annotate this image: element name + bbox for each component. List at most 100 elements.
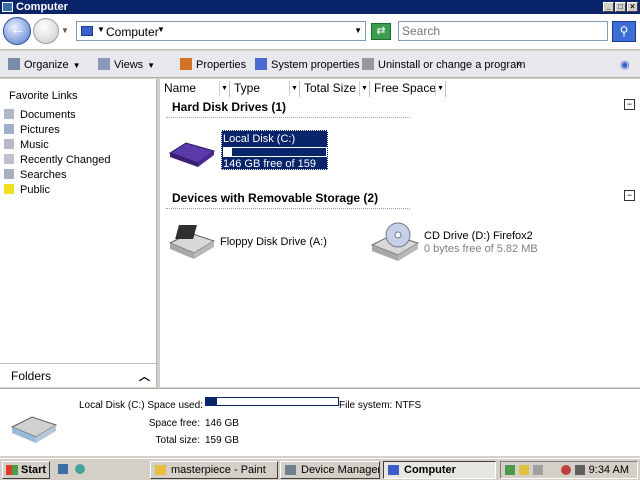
sidebar-item-pictures[interactable]: Pictures	[4, 124, 60, 138]
floppy-drive-name[interactable]: Floppy Disk Drive (A:)	[220, 236, 327, 248]
task-label: masterpiece - Paint	[171, 464, 266, 476]
views-icon	[98, 58, 110, 70]
hard-disk-icon	[10, 416, 58, 443]
network-icon[interactable]	[505, 465, 515, 475]
uninstall-icon	[362, 58, 374, 70]
column-label: Type	[234, 81, 261, 95]
start-label: Start	[21, 464, 47, 476]
cd-drive-icon[interactable]	[370, 221, 420, 263]
forward-button[interactable]	[33, 18, 59, 44]
chevron-down-icon[interactable]: ▼	[435, 81, 445, 96]
search-icon: ⚲	[619, 24, 629, 38]
address-bar: ← ▼ ▼ Computer ▼ ▼ ⇄ ⚲	[0, 14, 640, 50]
favorite-links-header: Favorite Links	[9, 90, 78, 102]
column-label: Total Size	[304, 81, 357, 95]
window-titlebar[interactable]: Computer _ □ ×	[0, 0, 640, 14]
local-disk-c-item[interactable]: Local Disk (C:) 146 GB free of 159 GB	[221, 130, 328, 182]
taskbar: Start masterpiece - Paint Device Manager…	[0, 458, 640, 480]
minimize-button[interactable]: _	[603, 2, 614, 12]
sidebar-item-searches[interactable]: Searches	[4, 169, 66, 183]
group-divider	[166, 117, 410, 118]
total-size-label: Total size:	[155, 435, 200, 446]
start-button[interactable]: Start	[2, 461, 50, 479]
cd-drive-name[interactable]: CD Drive (D:) Firefox2	[424, 230, 533, 242]
space-used-bar	[205, 397, 339, 406]
group-divider	[166, 208, 410, 209]
chevron-right-icon[interactable]: ▼	[97, 25, 105, 34]
sync-icon[interactable]	[533, 465, 543, 475]
history-dropdown-icon[interactable]: ▼	[61, 26, 69, 35]
file-system-label: File system: NTFS	[339, 400, 422, 411]
collapse-group-button[interactable]: −	[624, 99, 635, 110]
uninstall-button[interactable]: Uninstall or change a program	[362, 58, 525, 71]
window-title: Computer	[16, 1, 68, 13]
chevron-down-icon[interactable]: ▼	[219, 81, 229, 96]
more-commands-button[interactable]: »	[516, 58, 522, 70]
close-button[interactable]: ×	[627, 2, 638, 12]
search-field[interactable]	[398, 21, 608, 41]
uninstall-label: Uninstall or change a program	[378, 59, 526, 71]
recently-changed-icon	[4, 154, 14, 164]
taskbar-item-computer[interactable]: Computer	[383, 461, 496, 479]
back-button[interactable]: ←	[3, 17, 31, 45]
address-field[interactable]: ▼ Computer ▼ ▼	[76, 21, 366, 41]
address-location[interactable]: Computer	[106, 25, 159, 39]
sidebar-item-recently-changed[interactable]: Recently Changed	[4, 154, 111, 168]
cd-drive-free-space: 0 bytes free of 5.82 MB	[424, 243, 538, 255]
maximize-button[interactable]: □	[615, 2, 626, 12]
column-label: Free Space	[374, 81, 437, 95]
column-header-free-space[interactable]: Free Space ▼	[370, 81, 446, 97]
help-icon[interactable]: ◉	[620, 58, 630, 71]
chevron-down-icon[interactable]: ▼	[354, 26, 362, 35]
column-header-type[interactable]: Type ▼	[230, 81, 300, 97]
group-heading-removable[interactable]: Devices with Removable Storage (2)	[172, 191, 378, 205]
folders-toggle[interactable]: Folders ︿	[0, 363, 156, 386]
space-used-fill	[206, 398, 217, 405]
sidebar-item-label: Recently Changed	[20, 154, 111, 166]
search-input[interactable]	[399, 22, 607, 40]
search-button[interactable]: ⚲	[612, 21, 636, 42]
organize-button[interactable]: Organize ▼	[8, 58, 81, 71]
column-header-total-size[interactable]: Total Size ▼	[300, 81, 370, 97]
documents-icon	[4, 109, 14, 119]
command-toolbar: Organize ▼ Views ▼ Properties System prope…	[0, 51, 640, 78]
quick-launch-icon[interactable]	[75, 464, 85, 474]
navigation-pane: Favorite Links Documents Pictures Music …	[0, 79, 157, 387]
system-tray: 9:34 AM	[500, 461, 638, 479]
system-properties-button[interactable]: System properties	[255, 58, 360, 71]
properties-icon	[180, 58, 192, 70]
drive-name: Local Disk (C:)	[223, 133, 296, 145]
security-icon[interactable]	[519, 465, 529, 475]
properties-button[interactable]: Properties	[180, 58, 246, 71]
refresh-button[interactable]: ⇄	[371, 23, 391, 40]
windows-logo-icon	[6, 465, 18, 475]
space-free-value: 146 GB	[205, 418, 239, 429]
floppy-drive-icon[interactable]	[168, 221, 216, 261]
chevron-right-icon[interactable]: ▼	[157, 25, 165, 34]
chevron-down-icon[interactable]: ▼	[359, 81, 369, 96]
task-label: Device Manager	[301, 464, 380, 476]
alert-icon[interactable]	[561, 465, 571, 475]
searches-icon	[4, 169, 14, 179]
show-desktop-icon[interactable]	[58, 464, 68, 474]
clock[interactable]: 9:34 AM	[589, 464, 629, 476]
collapse-group-button[interactable]: −	[624, 190, 635, 201]
drive-usage-fill	[224, 148, 233, 156]
taskbar-item-paint[interactable]: masterpiece - Paint	[150, 461, 278, 479]
hard-disk-icon[interactable]	[168, 139, 216, 169]
sidebar-item-music[interactable]: Music	[4, 139, 49, 153]
sidebar-item-label: Pictures	[20, 124, 60, 136]
public-folder-icon	[4, 184, 14, 194]
group-heading-hard-disks[interactable]: Hard Disk Drives (1)	[172, 100, 286, 114]
sidebar-item-documents[interactable]: Documents	[4, 109, 76, 123]
views-button[interactable]: Views ▼	[98, 58, 155, 71]
volume-icon[interactable]	[575, 465, 585, 475]
chevron-down-icon[interactable]: ▼	[289, 81, 299, 96]
column-header-name[interactable]: Name ▼	[160, 81, 230, 97]
sidebar-item-public[interactable]: Public	[4, 184, 50, 198]
paint-icon	[155, 465, 166, 475]
taskbar-item-device-manager[interactable]: Device Manager	[280, 461, 380, 479]
chevron-down-icon: ▼	[72, 61, 81, 70]
organize-icon	[8, 58, 20, 70]
chevron-up-icon: ︿	[139, 371, 150, 383]
